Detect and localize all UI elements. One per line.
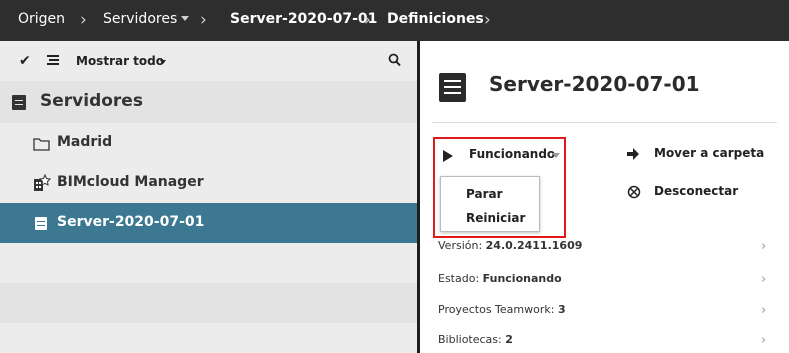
chevron-down-icon[interactable]	[181, 16, 189, 21]
group-title: Servidores	[40, 91, 143, 111]
empty-row	[0, 243, 417, 283]
info-row-proyectos[interactable]: Proyectos Teamwork: 3	[438, 303, 566, 319]
info-row-estado[interactable]: Estado: Funcionando	[438, 272, 562, 288]
chevron-right-icon: ›	[364, 10, 371, 30]
action-label: Mover a carpeta	[654, 146, 765, 160]
info-label: Estado:	[438, 272, 480, 285]
info-label: Bibliotecas:	[438, 333, 502, 346]
folder-icon	[33, 138, 50, 151]
checkmark-icon[interactable]: ✔	[19, 53, 31, 69]
breadcrumb-definiciones: Definiciones	[387, 11, 484, 27]
arrow-right-icon	[627, 148, 639, 160]
action-label: Desconectar	[654, 184, 739, 198]
page-title: Server-2020-07-01	[489, 72, 700, 96]
chevron-right-icon: ›	[484, 10, 491, 30]
servers-group-header[interactable]: Servidores	[0, 81, 417, 123]
server-icon	[439, 73, 466, 102]
breadcrumb-servidores[interactable]: Servidores	[103, 11, 177, 27]
info-row-version[interactable]: Versión: 24.0.2411.1609	[438, 239, 582, 255]
chevron-right-icon: ›	[200, 10, 207, 30]
info-label: Proyectos Teamwork:	[438, 303, 555, 316]
divider	[432, 122, 777, 123]
tree-item-server-2020-07-01[interactable]: Server-2020-07-01	[0, 203, 417, 243]
highlight-box	[433, 137, 566, 238]
info-value: 2	[505, 333, 513, 346]
info-value: 3	[557, 303, 566, 316]
chevron-down-icon[interactable]	[160, 60, 166, 64]
tree-toolbar: ✔ Mostrar todo	[0, 41, 417, 81]
tree-item-label: BIMcloud Manager	[57, 174, 204, 190]
server-tree-panel: ✔ Mostrar todo Servidores Madrid BIMclou…	[0, 41, 417, 353]
chevron-right-icon[interactable]: ›	[761, 303, 766, 318]
server-icon	[12, 95, 26, 110]
search-icon[interactable]	[388, 53, 401, 67]
tree-item-label: Madrid	[57, 134, 113, 150]
info-label: Versión:	[438, 239, 483, 252]
info-value: Funcionando	[482, 272, 562, 285]
tree-item-bimcloud-manager[interactable]: BIMcloud Manager	[0, 163, 417, 203]
chevron-right-icon: ›	[80, 10, 87, 30]
chevron-right-icon[interactable]: ›	[761, 239, 766, 254]
breadcrumb-origen[interactable]: Origen	[18, 11, 65, 27]
chevron-right-icon[interactable]: ›	[761, 272, 766, 287]
empty-row	[0, 283, 417, 323]
tree-item-label: Server-2020-07-01	[57, 214, 205, 230]
show-all-filter[interactable]: Mostrar todo	[76, 54, 164, 68]
info-value: 24.0.2411.1609	[485, 239, 583, 252]
info-row-bibliotecas[interactable]: Bibliotecas: 2	[438, 333, 513, 349]
list-icon[interactable]	[47, 55, 59, 66]
server-icon	[35, 217, 47, 230]
disconnect-icon	[627, 185, 641, 199]
breadcrumb-server[interactable]: Server-2020-07-01	[230, 11, 377, 27]
chevron-right-icon[interactable]: ›	[761, 333, 766, 348]
breadcrumb: Origen › Servidores › Server-2020-07-01 …	[0, 0, 789, 41]
tree-item-madrid[interactable]: Madrid	[0, 123, 417, 163]
server-detail-panel: Server-2020-07-01 Funcionando Parar Rein…	[420, 41, 789, 353]
bimcloud-manager-icon	[34, 174, 51, 191]
